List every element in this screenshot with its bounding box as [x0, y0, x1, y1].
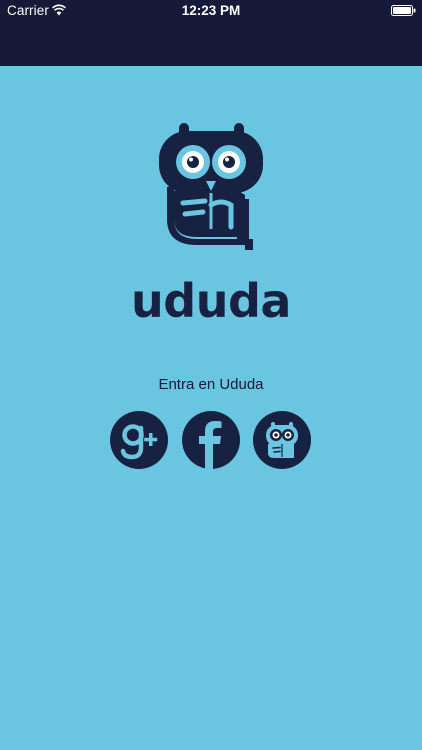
- top-bar: Carrier 12:23 PM: [0, 0, 422, 66]
- ududa-login-button[interactable]: [253, 411, 311, 469]
- status-bar: Carrier 12:23 PM: [0, 0, 422, 22]
- battery-icon: [391, 5, 416, 16]
- login-prompt: Entra en Ududa: [158, 376, 264, 393]
- brand-name: ududa: [131, 274, 291, 328]
- google-plus-login-button[interactable]: [110, 411, 168, 469]
- facebook-icon: [199, 421, 222, 469]
- google-plus-icon: [120, 424, 158, 460]
- facebook-login-button[interactable]: [182, 411, 240, 469]
- owl-icon: [266, 422, 298, 458]
- clock: 12:23 PM: [181, 3, 241, 18]
- owl-logo-icon: [159, 123, 263, 250]
